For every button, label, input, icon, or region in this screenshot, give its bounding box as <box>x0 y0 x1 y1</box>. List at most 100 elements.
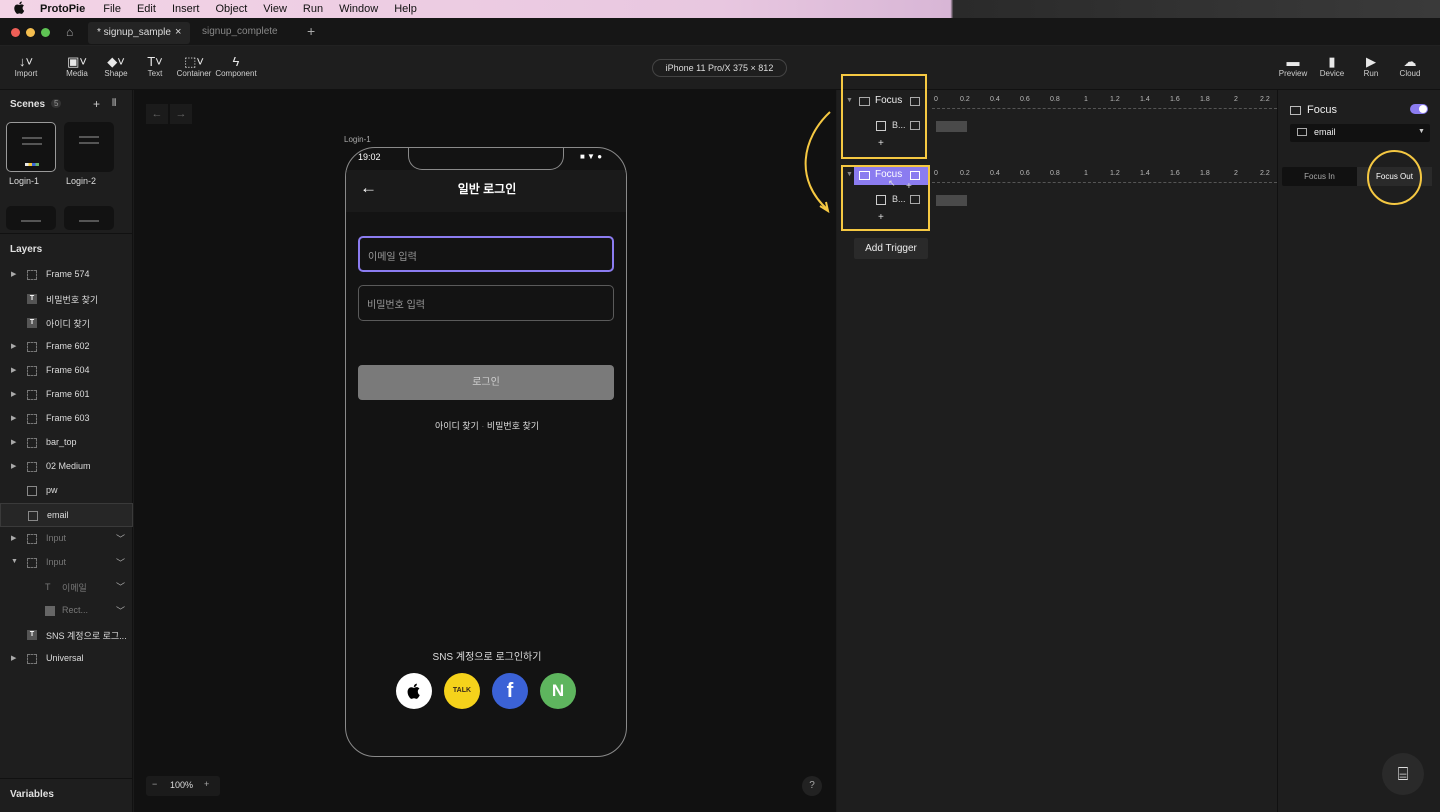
back-arrow-icon[interactable]: ← <box>146 104 168 124</box>
add-trigger-button[interactable]: Add Trigger <box>854 238 928 259</box>
layer-item[interactable]: ▶ Frame 602 <box>0 335 133 359</box>
layer-item[interactable]: ▼ Input ﹀ <box>0 551 133 575</box>
layer-item[interactable]: T 아이디 찾기 <box>0 311 133 335</box>
kakao-login-button[interactable]: TALK <box>444 673 480 709</box>
scene-thumb-login-2[interactable] <box>64 122 114 172</box>
annotation-arrow <box>804 111 831 214</box>
password-field[interactable]: 비밀번호 입력 <box>358 285 614 321</box>
tab-signup-complete[interactable]: signup_complete <box>202 26 278 37</box>
layer-item[interactable]: T SNS 계정으로 로그... <box>0 623 133 647</box>
maximize-window-button[interactable] <box>41 28 50 37</box>
container-label: Container <box>176 69 212 78</box>
add-tab-icon[interactable]: + <box>307 23 315 39</box>
chevron-down-icon[interactable]: ﹀ <box>116 556 125 569</box>
timeline-bar[interactable] <box>936 195 967 206</box>
collapse-arrow-icon[interactable]: ▼ <box>11 558 18 565</box>
naver-login-button[interactable]: N <box>540 673 576 709</box>
chevron-down-icon[interactable]: ﹀ <box>116 604 125 617</box>
trigger-toggle[interactable] <box>1410 104 1428 114</box>
target-layer-select[interactable]: email ▼ <box>1290 124 1430 142</box>
close-tab-icon[interactable]: × <box>175 26 181 38</box>
layer-item[interactable]: ▶ Frame 601 <box>0 383 133 407</box>
app-name-menu[interactable]: ProtoPie <box>40 3 85 15</box>
expand-arrow-icon[interactable]: ▶ <box>11 366 16 374</box>
timeline-bar[interactable] <box>936 121 967 132</box>
shape-button[interactable]: ◆˅ Shape <box>96 54 136 78</box>
layer-item[interactable]: ▶ Frame 604 <box>0 359 133 383</box>
forward-arrow-icon[interactable]: → <box>170 104 192 124</box>
zoom-level[interactable]: 100% <box>170 780 193 790</box>
scene-options-icon[interactable]: ⫴ <box>112 98 116 109</box>
menu-object[interactable]: Object <box>215 3 247 15</box>
expand-arrow-icon[interactable]: ▶ <box>11 414 16 422</box>
login-button[interactable]: 로그인 <box>358 365 614 400</box>
phone-notch <box>408 148 564 170</box>
layer-item[interactable]: ▶ Frame 603 <box>0 407 133 431</box>
media-label: Media <box>66 69 88 78</box>
zoom-in-icon[interactable]: + <box>204 779 209 789</box>
cloud-icon: ☁ <box>1403 54 1417 69</box>
menu-run[interactable]: Run <box>303 3 323 15</box>
menu-help[interactable]: Help <box>394 3 417 15</box>
tab-signup-sample[interactable]: * signup_sample × <box>88 22 190 44</box>
help-button[interactable]: ? <box>802 776 822 796</box>
screen-scan-icon[interactable]: ⌸ <box>1382 753 1424 795</box>
expand-arrow-icon[interactable]: ▶ <box>11 270 16 278</box>
input-field-icon <box>28 511 38 521</box>
left-panel: Scenes 5 + ⫴ Login-1 Login-2 Layers ▶ Fra… <box>0 90 133 812</box>
focus-in-option[interactable]: Focus In <box>1282 167 1357 186</box>
find-id-link[interactable]: 아이디 찾기 <box>435 421 479 431</box>
media-button[interactable]: ▣˅ Media <box>57 54 97 78</box>
menu-edit[interactable]: Edit <box>137 3 156 15</box>
image-icon: ▣˅ <box>67 54 87 69</box>
menu-insert[interactable]: Insert <box>172 3 200 15</box>
expand-arrow-icon[interactable]: ▶ <box>11 438 16 446</box>
chevron-down-icon[interactable]: ﹀ <box>116 532 125 545</box>
expand-arrow-icon[interactable]: ▶ <box>11 534 16 542</box>
apple-login-button[interactable] <box>396 673 432 709</box>
menu-view[interactable]: View <box>263 3 287 15</box>
layer-item[interactable]: pw <box>0 479 133 503</box>
preview-button[interactable]: ▬ Preview <box>1273 54 1313 78</box>
run-button[interactable]: ▶ Run <box>1351 54 1391 78</box>
rectangle-icon <box>45 606 55 616</box>
facebook-login-button[interactable]: f <box>492 673 528 709</box>
device-button[interactable]: ▮ Device <box>1312 54 1352 78</box>
component-button[interactable]: ϟ Component <box>213 54 259 78</box>
layer-item[interactable]: Rect... ﹀ <box>0 599 133 623</box>
expand-arrow-icon[interactable]: ▶ <box>11 462 16 470</box>
home-icon[interactable]: ⌂ <box>66 25 73 39</box>
container-button[interactable]: ⬚˅ Container <box>174 54 214 78</box>
lightning-icon: ϟ <box>232 54 240 69</box>
expand-arrow-icon[interactable]: ▶ <box>11 342 16 350</box>
minimize-window-button[interactable] <box>26 28 35 37</box>
layer-item[interactable]: ▶ Input ﹀ <box>0 527 133 551</box>
text-button[interactable]: T˅ Text <box>135 54 175 78</box>
cloud-button[interactable]: ☁ Cloud <box>1390 54 1430 78</box>
variables-title[interactable]: Variables <box>10 789 54 800</box>
chevron-down-icon[interactable]: ﹀ <box>116 580 125 593</box>
layer-item[interactable]: ▶ 02 Medium <box>0 455 133 479</box>
scene-thumb-4[interactable] <box>64 206 114 230</box>
layer-item-selected[interactable]: email <box>0 503 133 527</box>
layer-item[interactable]: T 이메일 ﹀ <box>0 575 133 599</box>
expand-arrow-icon[interactable]: ▶ <box>11 654 16 662</box>
import-button[interactable]: ↓˅ Import <box>6 54 46 78</box>
layer-item[interactable]: ▶ Universal <box>0 647 133 671</box>
zoom-out-icon[interactable]: − <box>152 779 157 789</box>
apple-icon[interactable] <box>14 1 28 17</box>
close-window-button[interactable] <box>11 28 20 37</box>
email-field[interactable]: 이메일 입력 <box>358 236 614 272</box>
find-pw-link[interactable]: 비밀번호 찾기 <box>487 421 539 431</box>
add-scene-icon[interactable]: + <box>93 97 100 111</box>
frame-icon <box>27 366 37 376</box>
scene-thumb-login-1[interactable] <box>6 122 56 172</box>
expand-arrow-icon[interactable]: ▶ <box>11 390 16 398</box>
device-selector[interactable]: iPhone 11 Pro/X 375 × 812 <box>652 59 787 77</box>
menu-window[interactable]: Window <box>339 3 378 15</box>
menu-file[interactable]: File <box>103 3 121 15</box>
layer-item[interactable]: T 비밀번호 찾기 <box>0 287 133 311</box>
scene-thumb-3[interactable] <box>6 206 56 230</box>
layer-item[interactable]: ▶ Frame 574 <box>0 263 133 287</box>
layer-item[interactable]: ▶ bar_top <box>0 431 133 455</box>
